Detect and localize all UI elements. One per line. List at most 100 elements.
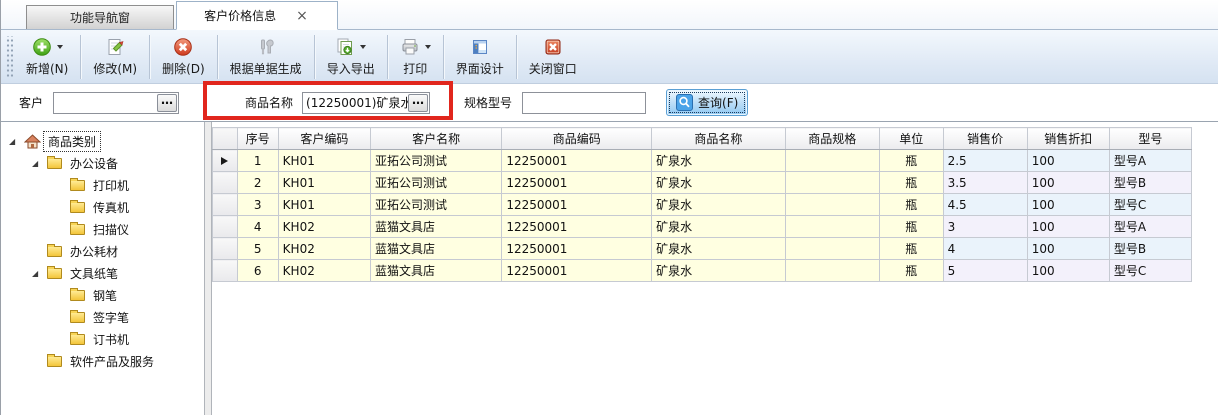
table-cell[interactable]: KH02	[278, 238, 370, 260]
tree-item[interactable]: 签字笔	[1, 306, 204, 328]
table-cell[interactable]: 亚拓公司测试	[371, 172, 502, 194]
table-cell[interactable]: 100	[1027, 172, 1109, 194]
table-cell[interactable]	[785, 172, 879, 194]
table-cell[interactable]: 型号C	[1109, 194, 1191, 216]
table-row[interactable]: 2KH01亚拓公司测试12250001矿泉水 瓶3.5100型号B	[213, 172, 1192, 194]
expander-icon[interactable]: ◢	[32, 269, 47, 278]
column-header[interactable]: 型号	[1109, 128, 1191, 150]
table-cell[interactable]: 5	[943, 260, 1027, 282]
table-cell[interactable]: 2	[237, 172, 278, 194]
table-cell[interactable]: 6	[237, 260, 278, 282]
tab-customer-price-info[interactable]: 客户价格信息 ×	[176, 1, 338, 30]
tab-function-nav[interactable]: 功能导航窗	[26, 5, 174, 29]
table-cell[interactable]: 型号B	[1109, 238, 1191, 260]
tree-item[interactable]: 办公耗材	[1, 240, 204, 262]
customer-input[interactable]	[54, 94, 157, 112]
table-row[interactable]: 4KH02蓝猫文具店12250001矿泉水 瓶3100型号A	[213, 216, 1192, 238]
table-cell[interactable]: 100	[1027, 216, 1109, 238]
column-header[interactable]: 单位	[879, 128, 943, 150]
table-cell[interactable]: 瓶	[879, 216, 943, 238]
close-window-button[interactable]: 关闭窗口	[520, 33, 586, 81]
table-cell[interactable]	[785, 150, 879, 172]
tree-item[interactable]: 传真机	[1, 196, 204, 218]
table-cell[interactable]: 瓶	[879, 150, 943, 172]
product-lookup-button[interactable]: …	[408, 94, 428, 112]
import-export-dropdown-caret[interactable]	[360, 45, 366, 49]
tree-item[interactable]: 钢笔	[1, 284, 204, 306]
tree-item[interactable]: ◢ 文具纸笔	[1, 262, 204, 284]
add-button[interactable]: 新增(N)	[17, 33, 77, 81]
customer-lookup-button[interactable]: …	[157, 94, 177, 112]
expander-icon[interactable]: ◢	[32, 159, 47, 168]
table-cell[interactable]: KH02	[278, 216, 370, 238]
table-cell[interactable]: KH01	[278, 150, 370, 172]
table-cell[interactable]: 亚拓公司测试	[371, 194, 502, 216]
table-cell[interactable]: 瓶	[879, 260, 943, 282]
import-export-button[interactable]: 导入导出	[318, 33, 384, 81]
table-cell[interactable]: 12250001	[502, 194, 652, 216]
table-cell[interactable]	[785, 238, 879, 260]
add-dropdown-caret[interactable]	[57, 45, 63, 49]
table-cell[interactable]: 矿泉水	[652, 172, 785, 194]
column-header[interactable]: 商品编码	[502, 128, 652, 150]
table-cell[interactable]: 12250001	[502, 172, 652, 194]
expander-icon[interactable]: ◢	[9, 137, 24, 146]
table-row[interactable]: 6KH02蓝猫文具店12250001矿泉水瓶5100型号C	[213, 260, 1192, 282]
table-cell[interactable]: 1	[237, 150, 278, 172]
spec-model-input[interactable]	[523, 94, 645, 112]
ui-design-button[interactable]: 界面设计	[447, 33, 513, 81]
table-cell[interactable]: 型号A	[1109, 150, 1191, 172]
product-name-value[interactable]: (12250001)矿泉水	[303, 94, 408, 111]
table-cell[interactable]: 3	[943, 216, 1027, 238]
delete-button[interactable]: 删除(D)	[153, 33, 214, 81]
table-cell[interactable]: 矿泉水	[652, 260, 785, 282]
table-cell[interactable]: KH01	[278, 194, 370, 216]
table-row[interactable]: 5KH02蓝猫文具店12250001矿泉水瓶4100型号B	[213, 238, 1192, 260]
table-cell[interactable]: 3	[237, 194, 278, 216]
column-header[interactable]: 销售折扣	[1027, 128, 1109, 150]
table-cell[interactable]: 12250001	[502, 260, 652, 282]
column-header[interactable]: 客户名称	[371, 128, 502, 150]
table-cell[interactable]: 蓝猫文具店	[371, 216, 502, 238]
print-dropdown-caret[interactable]	[425, 45, 431, 49]
table-cell[interactable]: 12250001	[502, 216, 652, 238]
column-header[interactable]: 序号	[237, 128, 278, 150]
column-header[interactable]: 商品规格	[785, 128, 879, 150]
table-cell[interactable]: 型号A	[1109, 216, 1191, 238]
table-cell[interactable]: KH02	[278, 260, 370, 282]
table-cell[interactable]: 蓝猫文具店	[371, 238, 502, 260]
table-cell[interactable]: 矿泉水	[652, 238, 785, 260]
table-cell[interactable]: 亚拓公司测试	[371, 150, 502, 172]
table-row[interactable]: 3KH01亚拓公司测试12250001矿泉水 瓶4.5100型号C	[213, 194, 1192, 216]
table-cell[interactable]: 矿泉水	[652, 216, 785, 238]
table-cell[interactable]: 型号B	[1109, 172, 1191, 194]
table-cell[interactable]: 4	[237, 216, 278, 238]
table-row[interactable]: 1KH01亚拓公司测试12250001矿泉水瓶2.5100型号A	[213, 150, 1192, 172]
table-cell[interactable]: 瓶	[879, 172, 943, 194]
tree-item[interactable]: 扫描仪	[1, 218, 204, 240]
table-cell[interactable]: 5	[237, 238, 278, 260]
table-cell[interactable]: 瓶	[879, 238, 943, 260]
table-cell[interactable]: 矿泉水	[652, 194, 785, 216]
table-cell[interactable]	[785, 194, 879, 216]
column-header[interactable]: 销售价	[943, 128, 1027, 150]
table-cell[interactable]: 矿泉水	[652, 150, 785, 172]
table-cell[interactable]: 蓝猫文具店	[371, 260, 502, 282]
table-cell[interactable]: 4.5	[943, 194, 1027, 216]
query-button[interactable]: 查询(F)	[666, 89, 748, 116]
tree-item[interactable]: 打印机	[1, 174, 204, 196]
tree-item[interactable]: ◢ 办公设备	[1, 152, 204, 174]
toolbar-grip[interactable]	[6, 36, 13, 78]
tab-close-icon[interactable]: ×	[294, 9, 310, 23]
generate-from-doc-button[interactable]: 根据单据生成	[221, 33, 311, 81]
modify-button[interactable]: 修改(M)	[84, 33, 146, 81]
table-cell[interactable]	[785, 216, 879, 238]
table-cell[interactable]: 瓶	[879, 194, 943, 216]
table-cell[interactable]: 型号C	[1109, 260, 1191, 282]
table-cell[interactable]: 100	[1027, 150, 1109, 172]
table-cell[interactable]: 100	[1027, 194, 1109, 216]
splitter[interactable]	[205, 122, 212, 415]
table-cell[interactable]: 3.5	[943, 172, 1027, 194]
print-button[interactable]: 打印	[391, 33, 440, 81]
table-cell[interactable]: KH01	[278, 172, 370, 194]
